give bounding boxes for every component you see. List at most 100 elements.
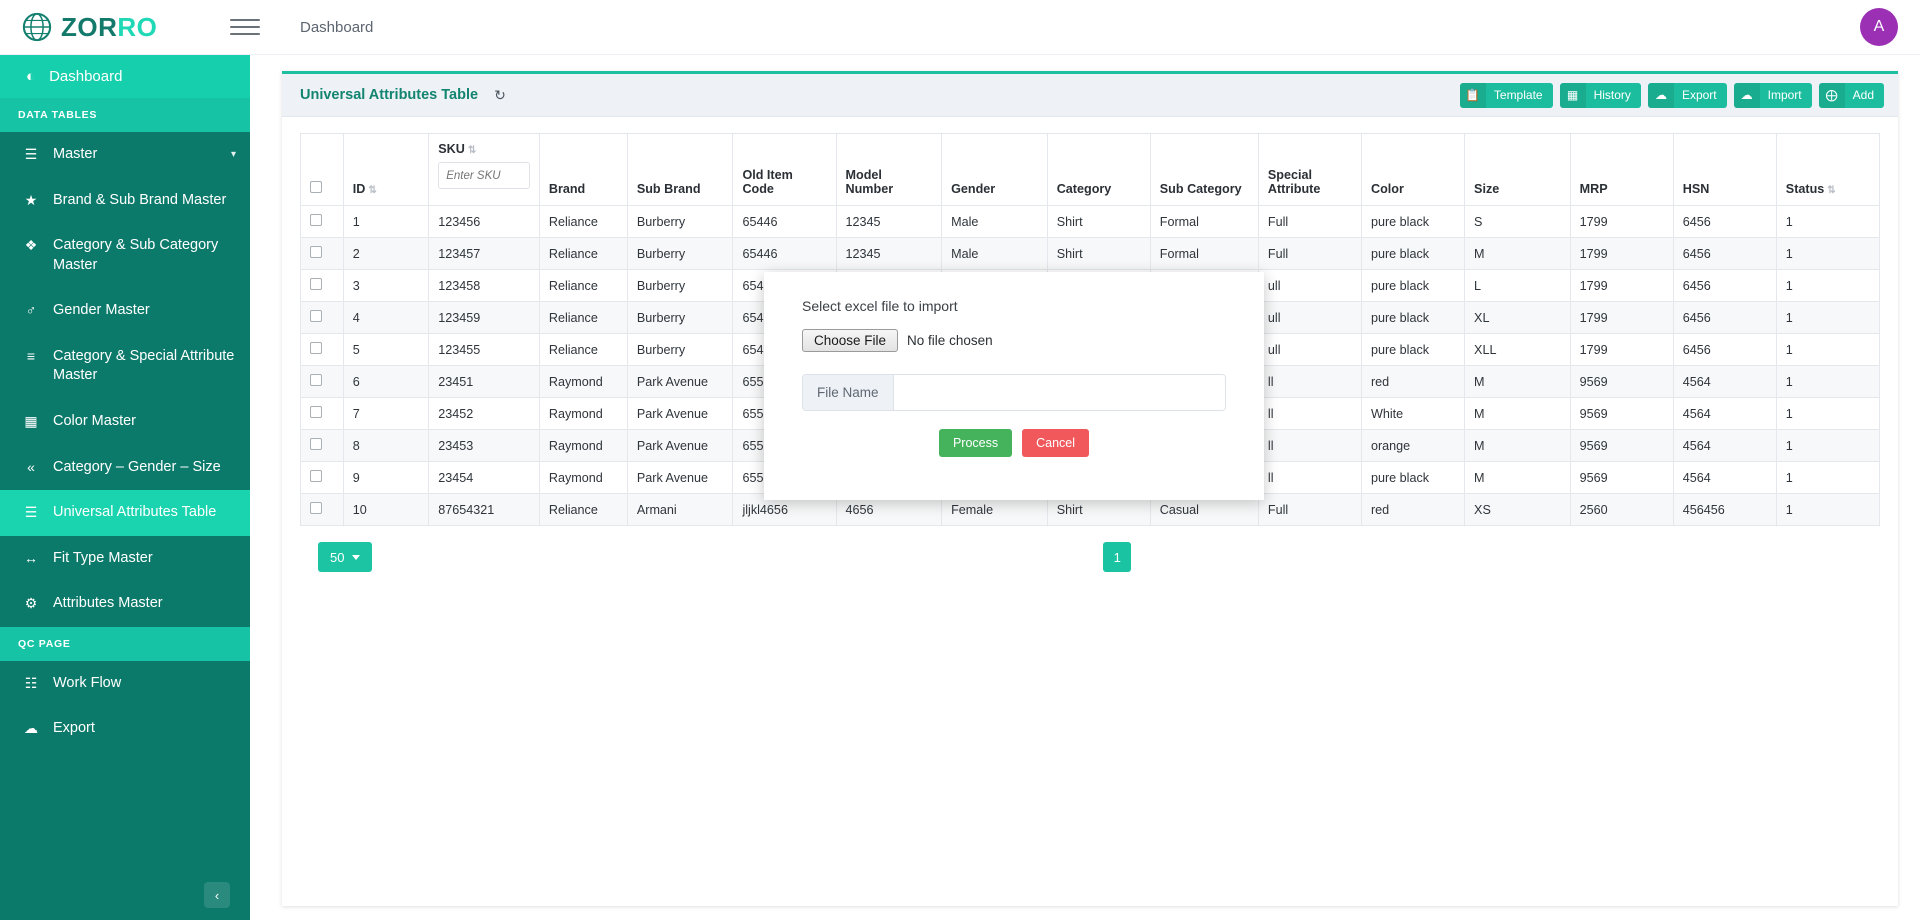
cell-hsn: 6456 xyxy=(1672,301,1777,334)
row-checkbox[interactable] xyxy=(310,246,322,258)
sort-icon: ⇅ xyxy=(368,185,377,196)
choose-file-button[interactable]: Choose File xyxy=(802,329,899,352)
row-select-cell xyxy=(300,205,344,238)
row-checkbox[interactable] xyxy=(310,406,322,418)
table-row[interactable]: 2 123457 Reliance Burberry 65446 12345 Male Shi… xyxy=(300,237,1881,270)
sort-icon: ⇅ xyxy=(1827,185,1836,196)
sku-filter-input[interactable] xyxy=(438,162,530,189)
history-button[interactable]: ▦ History xyxy=(1559,82,1641,108)
cell-sku: 123457 xyxy=(428,237,540,270)
per-page-dropdown[interactable]: 50 xyxy=(318,542,373,572)
sidebar-item-fit-type-master[interactable]: ↔ Fit Type Master xyxy=(0,536,250,582)
column-header-old-item-code: Old Item Code xyxy=(732,133,837,206)
brand-logo[interactable]: ZORRO xyxy=(0,0,250,55)
cell-size: M xyxy=(1464,429,1571,462)
row-checkbox[interactable] xyxy=(310,502,322,514)
file-name-label: File Name xyxy=(803,375,894,410)
column-header-mrp: MRP xyxy=(1569,133,1674,206)
column-header-color: Color xyxy=(1360,133,1466,206)
avatar[interactable]: A xyxy=(1860,8,1898,46)
refresh-icon[interactable]: ↻ xyxy=(494,87,506,104)
cell-special-attribute: ll xyxy=(1257,365,1362,398)
sidebar-collapse-button[interactable]: ‹ xyxy=(204,882,230,908)
cell-status: 1 xyxy=(1775,301,1881,334)
cell-status: 1 xyxy=(1775,365,1881,398)
row-checkbox[interactable] xyxy=(310,278,322,290)
sidebar-item-color-master[interactable]: ▦ Color Master xyxy=(0,399,250,445)
cell-special-attribute: ull xyxy=(1257,301,1362,334)
cell-special-attribute: Full xyxy=(1257,205,1362,238)
process-button[interactable]: Process xyxy=(938,429,1013,457)
export-button[interactable]: ☁ Export xyxy=(1647,82,1727,108)
file-name-input[interactable] xyxy=(893,375,1225,410)
column-header-id[interactable]: ID ⇅ xyxy=(342,133,430,206)
sidebar-item-category-special-attribute-master[interactable]: ≡ Category & Special Attribute Master xyxy=(0,334,250,399)
cell-sub-brand: Burberry xyxy=(626,269,734,302)
cell-brand: Reliance xyxy=(538,269,628,302)
import-button[interactable]: ☁ Import xyxy=(1733,82,1812,108)
row-checkbox[interactable] xyxy=(310,310,322,322)
cell-size: M xyxy=(1464,365,1571,398)
cell-color: pure black xyxy=(1360,333,1466,366)
column-label: ID xyxy=(352,182,366,196)
cell-model-number: 12345 xyxy=(835,237,943,270)
cell-sub-brand: Burberry xyxy=(626,237,734,270)
row-select-cell xyxy=(300,333,344,366)
cell-brand: Raymond xyxy=(538,461,628,494)
cell-mrp: 9569 xyxy=(1569,365,1674,398)
sidebar-item-attributes-master[interactable]: ⚙ Attributes Master xyxy=(0,581,250,627)
sidebar-item-dashboard[interactable]: ◐ Dashboard xyxy=(0,55,250,98)
sidebar-item-category-sub-category-master[interactable]: ❖ Category & Sub Category Master xyxy=(0,223,250,288)
tasks-icon: ☷ xyxy=(24,674,38,691)
sidebar-item-gender-master[interactable]: ♂ Gender Master xyxy=(0,288,250,334)
sidebar-item-master[interactable]: ☰ Master ▾ xyxy=(0,132,250,178)
cell-special-attribute: Full xyxy=(1257,493,1362,526)
table-header-row: ID⇅ SKU⇅ Brand Sub Brand Old Item Code M… xyxy=(300,133,1881,206)
cell-size: L xyxy=(1464,269,1571,302)
sidebar-section-data-tables: DATA TABLES xyxy=(0,98,250,132)
row-checkbox[interactable] xyxy=(310,342,322,354)
cell-old-item-code: 65446 xyxy=(732,237,837,270)
file-name-group: File Name xyxy=(802,374,1226,411)
cell-mrp: 9569 xyxy=(1569,461,1674,494)
cell-sub-brand: Park Avenue xyxy=(626,429,734,462)
cell-hsn: 6456 xyxy=(1672,237,1777,270)
add-button[interactable]: ⨁ Add xyxy=(1818,82,1884,108)
sidebar-item-universal-attributes-table[interactable]: ☰ Universal Attributes Table xyxy=(0,490,250,536)
cell-hsn: 456456 xyxy=(1672,493,1777,526)
row-checkbox[interactable] xyxy=(310,470,322,482)
dashboard-icon: ◐ xyxy=(26,68,36,85)
sidebar-item-export[interactable]: ☁ Export xyxy=(0,706,250,752)
select-all-header xyxy=(300,133,344,206)
cell-id: 8 xyxy=(342,429,430,462)
layers-icon: ☰ xyxy=(24,146,38,162)
cell-id: 5 xyxy=(342,333,430,366)
sidebar-item-brand-sub-brand-master[interactable]: ★ Brand & Sub Brand Master xyxy=(0,178,250,224)
select-all-checkbox[interactable] xyxy=(310,181,322,193)
column-header-sku[interactable]: SKU ⇅ xyxy=(428,133,540,206)
row-checkbox[interactable] xyxy=(310,438,322,450)
cancel-button[interactable]: Cancel xyxy=(1022,429,1090,457)
cell-special-attribute: ll xyxy=(1257,429,1362,462)
cell-size: M xyxy=(1464,461,1571,494)
cell-category: Shirt xyxy=(1046,237,1151,270)
page-button-1[interactable]: 1 xyxy=(1103,542,1132,572)
hamburger-icon[interactable] xyxy=(230,14,260,40)
cell-sku: 123459 xyxy=(428,301,540,334)
template-button[interactable]: 📋 Template xyxy=(1459,82,1553,108)
row-checkbox[interactable] xyxy=(310,214,322,226)
sidebar-item-work-flow[interactable]: ☷ Work Flow xyxy=(0,661,250,707)
table-row[interactable]: 1 123456 Reliance Burberry 65446 12345 Male Shi… xyxy=(300,205,1881,238)
sidebar-item-label: Gender Master xyxy=(53,302,150,319)
row-checkbox[interactable] xyxy=(310,374,322,386)
sidebar-item-category-gender-size[interactable]: « Category – Gender – Size xyxy=(0,445,250,491)
column-header-status[interactable]: Status ⇅ xyxy=(1775,133,1881,206)
import-modal-label: Select excel file to import xyxy=(802,298,958,314)
brand-text-dark: ZOR xyxy=(61,12,118,42)
cell-color: pure black xyxy=(1360,461,1466,494)
export-button-label: Export xyxy=(1681,88,1717,102)
cell-old-item-code: 65446 xyxy=(732,205,837,238)
column-header-special-attribute: Special Attribute xyxy=(1257,133,1362,206)
list-icon: ☰ xyxy=(24,504,38,521)
cell-mrp: 1799 xyxy=(1569,237,1674,270)
